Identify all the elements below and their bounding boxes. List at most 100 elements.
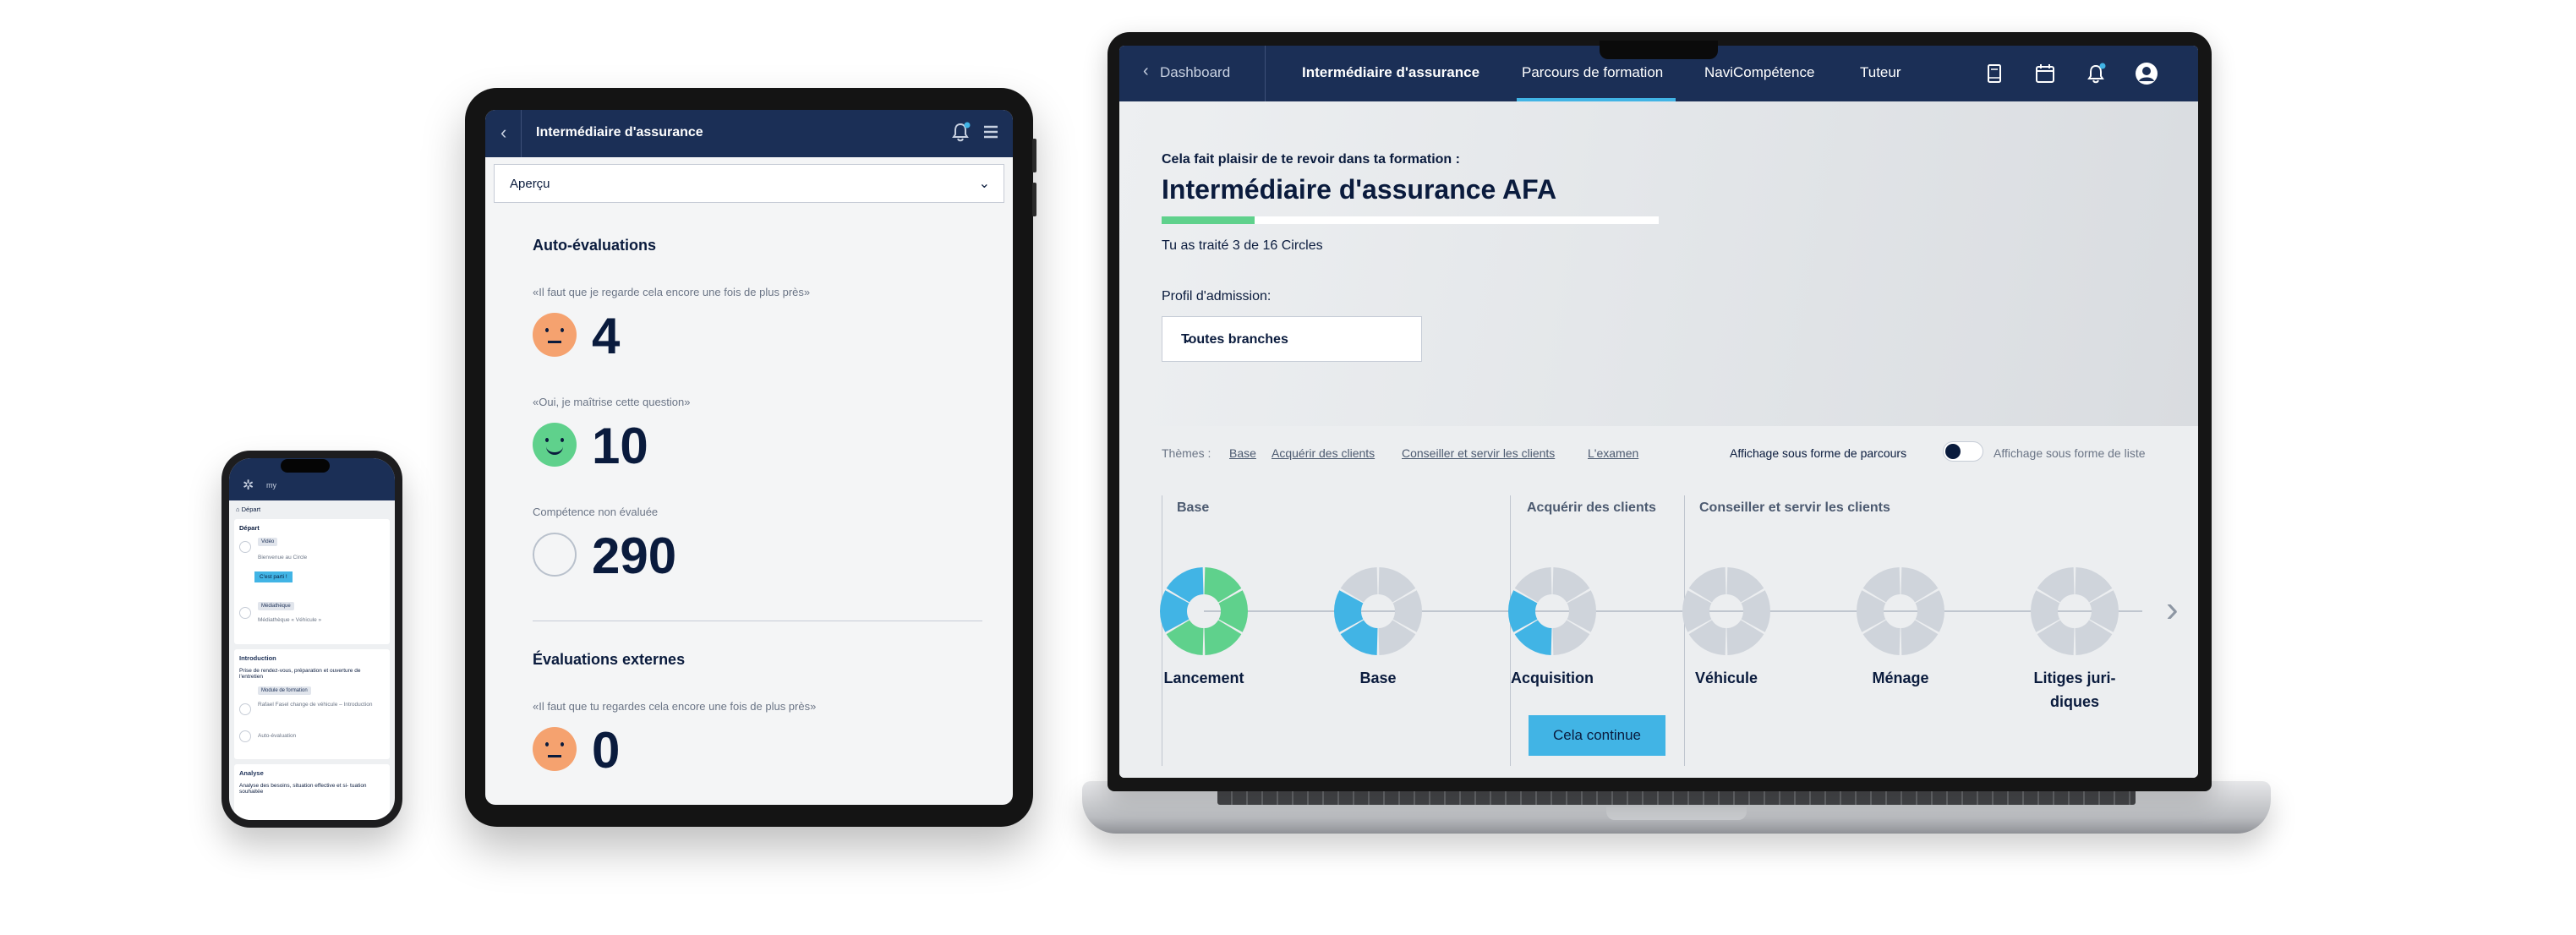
phone-nav-label: Départ <box>241 506 261 513</box>
phone-status-circle[interactable] <box>239 703 251 715</box>
overview-select-value: Aperçu <box>510 177 550 191</box>
phone-brand: my <box>266 481 276 489</box>
thinking-face-icon <box>533 727 577 771</box>
menu-icon[interactable] <box>979 120 1003 144</box>
phone-start-button[interactable]: C'est parti ! <box>254 571 293 582</box>
phone-section-start: Départ <box>239 524 260 532</box>
phone-status-circle[interactable] <box>239 607 251 619</box>
theme-link-base[interactable]: Base <box>1229 446 1256 460</box>
dashboard-back-link[interactable]: ‹ Dashboard <box>1143 62 1231 81</box>
header-divider <box>521 110 522 157</box>
map-icon: ⌂ <box>236 506 240 513</box>
external-eval-count: 0 <box>592 722 621 779</box>
phone-device: ✲ my ⌂ Départ Départ Vidéo Bienvenue au … <box>222 451 402 828</box>
phone-card-start: Départ Vidéo Bienvenue au Circle C'est p… <box>234 519 390 644</box>
phone-analyse-text: Analyse des besoins, situation effective… <box>239 783 367 795</box>
phone-card-intro: Introduction Prise de rendez-vous, prépa… <box>234 649 390 759</box>
phone-item-mediatheque: Médiathèque « Véhicule » <box>258 617 322 623</box>
laptop-groove <box>1606 807 1747 820</box>
tab-learning-path[interactable]: Parcours de formation <box>1522 64 1663 81</box>
chevron-down-icon: ⌄ <box>978 177 990 191</box>
phone-intro-text: Prise de rendez-vous, préparation et ouv… <box>239 668 361 680</box>
phone-item-welcome: Bienvenue au Circle <box>258 555 308 560</box>
view-toggle[interactable] <box>1943 441 1983 462</box>
welcome-subtitle: Cela fait plaisir de te revoir dans ta f… <box>1162 152 1460 167</box>
phone-nav-item[interactable]: ⌂ Départ <box>236 506 395 513</box>
progress-text: Tu as traité 3 de 16 Circles <box>1162 238 1323 253</box>
nav-course-title[interactable]: Intermédiaire d'assurance <box>1302 64 1479 81</box>
theme-link-acquire[interactable]: Acquérir des clients <box>1272 446 1375 460</box>
external-eval-quote: «Il faut que tu regardes cela encore une… <box>533 700 817 713</box>
learning-circle[interactable] <box>1507 566 1597 656</box>
tab-tutor[interactable]: Tuteur <box>1860 64 1901 81</box>
circle-label: Base <box>1359 670 1397 686</box>
self-eval-quote-1: «Il faut que je regarde cela encore une … <box>533 286 811 298</box>
phone-intro-auto: Auto-évaluation <box>258 733 297 739</box>
learning-path-section: Thèmes : Base Acquérir des clients Conse… <box>1119 426 2198 778</box>
tablet-header: ‹ Intermédiaire d'assurance <box>485 110 1013 157</box>
tablet-side-button <box>1032 139 1036 172</box>
tablet-title: Intermédiaire d'assurance <box>536 125 703 139</box>
self-eval-count-2: 10 <box>592 418 648 474</box>
overview-select[interactable]: Aperçu ⌄ <box>494 164 1004 203</box>
phone-chip-video: Vidéo <box>258 538 278 546</box>
thinking-face-icon <box>533 313 577 357</box>
external-eval-heading: Évaluations externes <box>533 651 686 668</box>
admission-profile-label: Profil d'admission: <box>1162 289 1272 303</box>
continue-button[interactable]: Cela continue <box>1529 715 1665 756</box>
phone-status-circle[interactable] <box>239 541 251 553</box>
avatar-icon[interactable] <box>2134 61 2159 86</box>
bell-icon[interactable] <box>2083 61 2108 86</box>
theme-link-exam[interactable]: L'examen <box>1588 446 1638 460</box>
column-heading-base: Base <box>1177 500 1210 515</box>
learning-circle[interactable] <box>1333 566 1423 656</box>
list-view-label: Affichage sous forme de liste <box>1994 446 2146 460</box>
calendar-icon[interactable] <box>2032 61 2058 86</box>
self-eval-count-3: 290 <box>592 528 677 584</box>
course-title: Intermédiaire d'assurance AFA <box>1162 174 1557 205</box>
chevron-right-icon[interactable]: › <box>2166 588 2179 631</box>
tablet-screen: ‹ Intermédiaire d'assurance Aperçu ⌄ Aut… <box>485 110 1013 805</box>
phone-section-analyse: Analyse <box>239 769 264 777</box>
self-eval-quote-3: Compétence non évaluée <box>533 506 659 518</box>
learning-circle[interactable] <box>2030 566 2119 656</box>
self-eval-quote-2: «Oui, je maîtrise cette question» <box>533 396 691 408</box>
bell-icon[interactable] <box>949 120 972 144</box>
column-heading-acquire: Acquérir des clients <box>1527 500 1656 515</box>
course-progress-bar <box>1162 216 1659 224</box>
phone-dynamic-island <box>281 459 330 473</box>
tablet-side-button <box>1032 183 1036 216</box>
path-view-label: Affichage sous forme de parcours <box>1730 446 1907 460</box>
column-heading-advise: Conseiller et servir les clients <box>1699 500 1890 515</box>
phone-section-intro: Introduction <box>239 654 276 662</box>
phone-card-analyse: Analyse Analyse des besoins, situation e… <box>234 764 390 820</box>
admission-profile-select[interactable]: Toutes branches ⌄ <box>1162 316 1422 362</box>
learning-circle[interactable] <box>1682 566 1771 656</box>
phone-chip-module: Module de formation <box>258 686 311 695</box>
circle-label: Véhicule <box>1694 670 1758 686</box>
self-eval-heading: Auto-évaluations <box>533 237 657 254</box>
phone-chip-mediatheque: Médiathèque <box>258 602 294 610</box>
tab-navicompetence[interactable]: NaviCompétence <box>1704 64 1814 81</box>
book-icon[interactable] <box>1982 61 2007 86</box>
laptop-screen: ‹ Dashboard Intermédiaire d'assurance Pa… <box>1119 46 2198 778</box>
neutral-face-icon <box>533 533 577 577</box>
course-hero: Cela fait plaisir de te revoir dans ta f… <box>1119 101 2198 426</box>
phone-status-circle[interactable] <box>239 730 251 742</box>
smiley-face-icon <box>533 423 577 467</box>
back-arrow-icon: ‹ <box>1143 62 1149 80</box>
logo-icon: ✲ <box>243 478 254 493</box>
themes-label: Thèmes : <box>1162 446 1211 460</box>
dashboard-link-label: Dashboard <box>1160 64 1231 80</box>
tablet-device: ‹ Intermédiaire d'assurance Aperçu ⌄ Aut… <box>465 88 1036 827</box>
circle-label: Ménage <box>1872 670 1929 686</box>
course-progress-fill <box>1162 216 1255 224</box>
view-toggle-knob <box>1945 444 1961 459</box>
theme-link-advise[interactable]: Conseiller et servir les clients <box>1402 446 1555 460</box>
back-arrow-icon[interactable]: ‹ <box>500 122 506 144</box>
circle-label: Acquisition <box>1511 670 1594 686</box>
laptop-camera-notch <box>1600 41 1718 59</box>
learning-circle[interactable] <box>1159 566 1249 656</box>
phone-screen: ✲ my ⌂ Départ Départ Vidéo Bienvenue au … <box>229 458 395 820</box>
learning-circle[interactable] <box>1856 566 1945 656</box>
